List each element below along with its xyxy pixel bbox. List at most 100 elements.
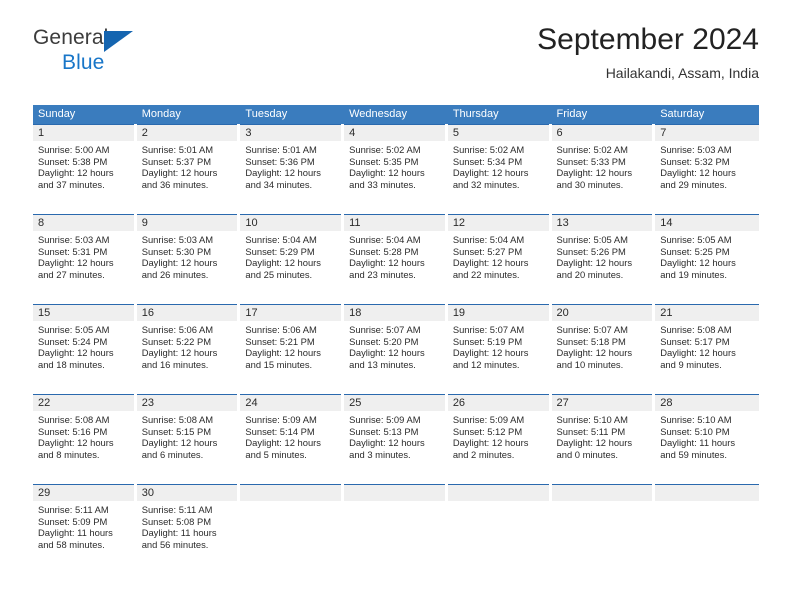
sunset-text: Sunset: 5:26 PM xyxy=(556,245,626,257)
day-number: 16 xyxy=(136,305,238,321)
day-details: Sunrise: 5:04 AM Sunset: 5:28 PM Daylight:… xyxy=(344,231,445,280)
day-cell-empty xyxy=(655,484,759,574)
day-cell[interactable]: 27 Sunrise: 5:10 AM Sunset: 5:11 PM Dayligh… xyxy=(551,394,656,484)
brand-logo[interactable]: General Blue xyxy=(33,26,163,82)
day-cell[interactable]: 13 Sunrise: 5:05 AM Sunset: 5:26 PM Dayligh… xyxy=(551,214,656,304)
day-cell[interactable]: 4 Sunrise: 5:02 AM Sunset: 5:35 PM Daylight… xyxy=(344,124,448,214)
sunrise-text: Sunrise: 5:02 AM xyxy=(452,144,525,155)
sunset-text: Sunset: 5:32 PM xyxy=(660,155,730,167)
blue-triangle-icon xyxy=(104,31,133,52)
daylight-text-line1: Daylight: 12 hours xyxy=(349,257,425,269)
daylight-text-line2: and 18 minutes. xyxy=(38,358,105,370)
day-number: 28 xyxy=(655,395,759,411)
sunset-text: Sunset: 5:17 PM xyxy=(660,335,730,347)
daylight-text-line1: Daylight: 12 hours xyxy=(452,437,529,449)
day-cell[interactable]: 23 Sunrise: 5:08 AM Sunset: 5:15 PM Dayligh… xyxy=(136,394,241,484)
day-cell[interactable]: 30 Sunrise: 5:11 AM Sunset: 5:08 PM Dayligh… xyxy=(136,484,241,574)
sunset-text: Sunset: 5:13 PM xyxy=(349,425,419,437)
daylight-text-line2: and 6 minutes. xyxy=(141,448,204,460)
day-details xyxy=(240,501,341,504)
sunset-text: Sunset: 5:36 PM xyxy=(245,155,315,167)
day-details: Sunrise: 5:00 AM Sunset: 5:38 PM Daylight:… xyxy=(33,141,134,190)
day-cell[interactable]: 3 Sunrise: 5:01 AM Sunset: 5:36 PM Daylight… xyxy=(240,124,344,214)
sunrise-text: Sunrise: 5:07 AM xyxy=(452,324,525,335)
daylight-text-line2: and 19 minutes. xyxy=(660,268,727,280)
day-cell[interactable]: 12 Sunrise: 5:04 AM Sunset: 5:27 PM Dayligh… xyxy=(447,214,552,304)
sunset-text: Sunset: 5:35 PM xyxy=(349,155,419,167)
sunrise-text: Sunrise: 5:08 AM xyxy=(660,324,732,335)
day-details xyxy=(552,501,653,504)
sunrise-text: Sunrise: 5:11 AM xyxy=(38,504,109,515)
day-cell[interactable]: 7 Sunrise: 5:03 AM Sunset: 5:32 PM Daylight… xyxy=(655,124,759,214)
day-cell[interactable]: 6 Sunrise: 5:02 AM Sunset: 5:33 PM Daylight… xyxy=(551,124,656,214)
day-details: Sunrise: 5:06 AM Sunset: 5:22 PM Daylight:… xyxy=(137,321,238,370)
day-cell[interactable]: 10 Sunrise: 5:04 AM Sunset: 5:29 PM Dayligh… xyxy=(240,214,344,304)
sunset-text: Sunset: 5:09 PM xyxy=(38,515,108,527)
daylight-text-line1: Daylight: 12 hours xyxy=(660,167,736,179)
day-number: 25 xyxy=(344,395,445,411)
daylight-text-line2: and 29 minutes. xyxy=(660,178,727,190)
day-details: Sunrise: 5:09 AM Sunset: 5:13 PM Daylight:… xyxy=(344,411,445,460)
daylight-text-line1: Daylight: 12 hours xyxy=(38,437,114,449)
day-cell[interactable]: 20 Sunrise: 5:07 AM Sunset: 5:18 PM Dayligh… xyxy=(551,304,656,394)
daylight-text-line2: and 15 minutes. xyxy=(245,358,313,370)
day-cell[interactable]: 24 Sunrise: 5:09 AM Sunset: 5:14 PM Dayligh… xyxy=(240,394,344,484)
sunrise-text: Sunrise: 5:01 AM xyxy=(141,144,214,155)
sunrise-text: Sunrise: 5:04 AM xyxy=(452,234,525,245)
day-cell[interactable]: 9 Sunrise: 5:03 AM Sunset: 5:30 PM Daylight… xyxy=(136,214,241,304)
day-number: 22 xyxy=(33,395,134,411)
sunrise-text: Sunrise: 5:02 AM xyxy=(349,144,421,155)
daylight-text-line1: Daylight: 12 hours xyxy=(452,347,529,359)
day-cell[interactable]: 16 Sunrise: 5:06 AM Sunset: 5:22 PM Dayligh… xyxy=(136,304,241,394)
weekday-header-thursday: Thursday xyxy=(452,108,499,120)
page-header: General Blue September 2024 Hailakandi, … xyxy=(33,23,759,96)
day-number: 20 xyxy=(551,305,653,321)
day-cell[interactable]: 25 Sunrise: 5:09 AM Sunset: 5:13 PM Dayligh… xyxy=(344,394,448,484)
day-cell[interactable]: 14 Sunrise: 5:05 AM Sunset: 5:25 PM Dayligh… xyxy=(655,214,759,304)
day-cell[interactable]: 26 Sunrise: 5:09 AM Sunset: 5:12 PM Dayligh… xyxy=(447,394,552,484)
sunrise-text: Sunrise: 5:01 AM xyxy=(245,144,317,155)
daylight-text-line2: and 56 minutes. xyxy=(141,538,209,550)
day-cell[interactable]: 21 Sunrise: 5:08 AM Sunset: 5:17 PM Dayligh… xyxy=(655,304,759,394)
sunrise-text: Sunrise: 5:04 AM xyxy=(245,234,317,245)
day-cell[interactable]: 5 Sunrise: 5:02 AM Sunset: 5:34 PM Daylight… xyxy=(447,124,552,214)
day-cell[interactable]: 19 Sunrise: 5:07 AM Sunset: 5:19 PM Dayligh… xyxy=(447,304,552,394)
day-details: Sunrise: 5:04 AM Sunset: 5:27 PM Daylight:… xyxy=(448,231,549,280)
day-number xyxy=(344,485,445,501)
daylight-text-line1: Daylight: 12 hours xyxy=(141,257,218,269)
sunrise-text: Sunrise: 5:06 AM xyxy=(141,324,214,335)
daylight-text-line2: and 37 minutes. xyxy=(38,178,105,190)
daylight-text-line2: and 9 minutes. xyxy=(660,358,722,370)
weekday-header-tuesday: Tuesday xyxy=(245,108,288,120)
sunset-text: Sunset: 5:18 PM xyxy=(556,335,626,347)
daylight-text-line2: and 0 minutes. xyxy=(556,448,619,460)
day-number: 15 xyxy=(33,305,134,321)
day-details: Sunrise: 5:01 AM Sunset: 5:37 PM Daylight:… xyxy=(137,141,238,190)
day-cell[interactable]: 29 Sunrise: 5:11 AM Sunset: 5:09 PM Dayligh… xyxy=(33,484,137,574)
weekday-header-monday: Monday xyxy=(141,108,181,120)
daylight-text-line1: Daylight: 12 hours xyxy=(245,257,321,269)
day-cell[interactable]: 1 Sunrise: 5:00 AM Sunset: 5:38 PM Daylight… xyxy=(33,124,137,214)
day-cell[interactable]: 8 Sunrise: 5:03 AM Sunset: 5:31 PM Daylight… xyxy=(33,214,137,304)
sunrise-text: Sunrise: 5:05 AM xyxy=(660,234,732,245)
day-cell[interactable]: 22 Sunrise: 5:08 AM Sunset: 5:16 PM Dayligh… xyxy=(33,394,137,484)
sunset-text: Sunset: 5:08 PM xyxy=(141,515,212,527)
sunrise-text: Sunrise: 5:03 AM xyxy=(38,234,110,245)
daylight-text-line1: Daylight: 12 hours xyxy=(349,437,425,449)
sunrise-text: Sunrise: 5:03 AM xyxy=(660,144,732,155)
calendar-week-row: 1 Sunrise: 5:00 AM Sunset: 5:38 PM Daylight… xyxy=(33,124,759,214)
daylight-text-line2: and 27 minutes. xyxy=(38,268,105,280)
day-cell[interactable]: 11 Sunrise: 5:04 AM Sunset: 5:28 PM Dayligh… xyxy=(344,214,448,304)
day-cell[interactable]: 15 Sunrise: 5:05 AM Sunset: 5:24 PM Dayligh… xyxy=(33,304,137,394)
day-details: Sunrise: 5:03 AM Sunset: 5:31 PM Daylight:… xyxy=(33,231,134,280)
daylight-text-line2: and 22 minutes. xyxy=(452,268,520,280)
sunset-text: Sunset: 5:31 PM xyxy=(38,245,108,257)
sunrise-text: Sunrise: 5:09 AM xyxy=(452,414,525,425)
daylight-text-line1: Daylight: 12 hours xyxy=(556,347,633,359)
day-cell[interactable]: 2 Sunrise: 5:01 AM Sunset: 5:37 PM Daylight… xyxy=(136,124,241,214)
day-cell[interactable]: 17 Sunrise: 5:06 AM Sunset: 5:21 PM Dayligh… xyxy=(240,304,344,394)
day-cell[interactable]: 18 Sunrise: 5:07 AM Sunset: 5:20 PM Dayligh… xyxy=(344,304,448,394)
day-cell[interactable]: 28 Sunrise: 5:10 AM Sunset: 5:10 PM Dayligh… xyxy=(655,394,759,484)
sunset-text: Sunset: 5:29 PM xyxy=(245,245,315,257)
daylight-text-line1: Daylight: 12 hours xyxy=(38,347,114,359)
